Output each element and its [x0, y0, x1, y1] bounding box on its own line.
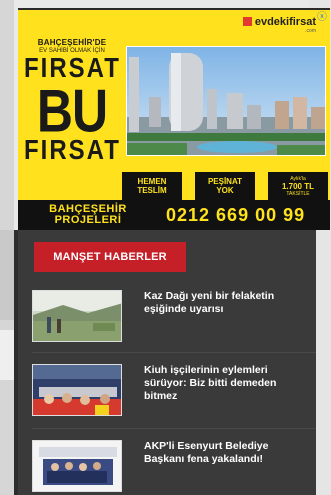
ad-feature-line1: 1.700 TL [281, 181, 314, 191]
ad-headline: BAHÇEŞEHİR'DE EV SAHİBİ OLMAK İÇİN FIRSA… [24, 38, 120, 188]
ad-brand-domain: .com [305, 28, 316, 34]
news-item[interactable]: AKP'li Esenyurt Belediye Başkanı fena ya… [32, 440, 312, 495]
ad-projects-line2: PROJELERİ [54, 214, 122, 226]
ad-close-icon[interactable]: ⓧ [316, 12, 328, 24]
news-divider [32, 352, 316, 353]
ad-building-photo [126, 46, 326, 156]
news-title[interactable]: AKP'li Esenyurt Belediye Başkanı fena ya… [144, 440, 304, 466]
news-divider [32, 428, 316, 429]
ad-brand-name: evdekifirsat [254, 16, 316, 28]
tab-headlines[interactable]: MANŞET HABERLER [34, 242, 186, 272]
news-item[interactable]: Kaz Dağı yeni bir felaketin eşiğinde uya… [32, 290, 312, 346]
protest-photo-icon [33, 365, 121, 415]
news-thumbnail[interactable] [32, 364, 122, 416]
ad-headline-big2: BU [36, 77, 108, 145]
ad-projects-label: BAHÇEŞEHİR PROJELERİ [18, 204, 158, 226]
landscape-photo-icon [33, 291, 121, 341]
news-title[interactable]: Kaz Dağı yeni bir felaketin eşiğinde uya… [144, 290, 304, 316]
building-illustration-icon [127, 47, 325, 155]
news-title[interactable]: Kiuh işçilerinin eylemleri sürüyor: Biz … [144, 364, 304, 403]
ad-phone-number[interactable]: 0212 669 00 99 [158, 205, 330, 226]
ad-feature-small: TAKSİTLE [286, 190, 310, 197]
news-thumbnail[interactable] [32, 440, 122, 492]
ad-feature-line1: PEŞİNAT [207, 177, 243, 186]
background-strip [0, 230, 14, 320]
ad-footer: BAHÇEŞEHİR PROJELERİ 0212 669 00 99 [18, 200, 330, 230]
ad-feature-line2: YOK [216, 186, 234, 195]
brand-mark-icon [242, 17, 252, 26]
ad-headline-pre1: BAHÇEŞEHİR'DE [37, 38, 107, 47]
ad-feature-immediate-delivery[interactable]: HEMEN TESLİM [122, 172, 182, 200]
page: ⓧ evdekifirsat .com BAHÇEŞEHİR'DE EV SAH… [0, 0, 331, 495]
meeting-photo-icon [33, 441, 121, 491]
ad-feature-line2: TESLİM [137, 186, 167, 195]
ad-headline-big3: FIRSAT [24, 134, 121, 166]
ad-brand-logo: evdekifirsat .com [242, 16, 316, 34]
news-item[interactable]: Kiuh işçilerinin eylemleri sürüyor: Biz … [32, 364, 312, 420]
headlines-panel: MANŞET HABERLER Kaz Dağı yeni bir felake… [14, 230, 316, 495]
ad-feature-installment[interactable]: Aylık'la 1.700 TL TAKSİTLE [268, 172, 328, 200]
ad-feature-buttons: HEMEN TESLİM PEŞİNAT YOK Aylık'la 1.700 … [122, 172, 328, 200]
background-strip-light [0, 330, 14, 380]
background-left [0, 0, 14, 495]
advertisement-banner[interactable]: ⓧ evdekifirsat .com BAHÇEŞEHİR'DE EV SAH… [18, 8, 330, 230]
news-thumbnail[interactable] [32, 290, 122, 342]
ad-feature-line1: HEMEN [137, 177, 167, 186]
ad-feature-no-downpayment[interactable]: PEŞİNAT YOK [195, 172, 255, 200]
